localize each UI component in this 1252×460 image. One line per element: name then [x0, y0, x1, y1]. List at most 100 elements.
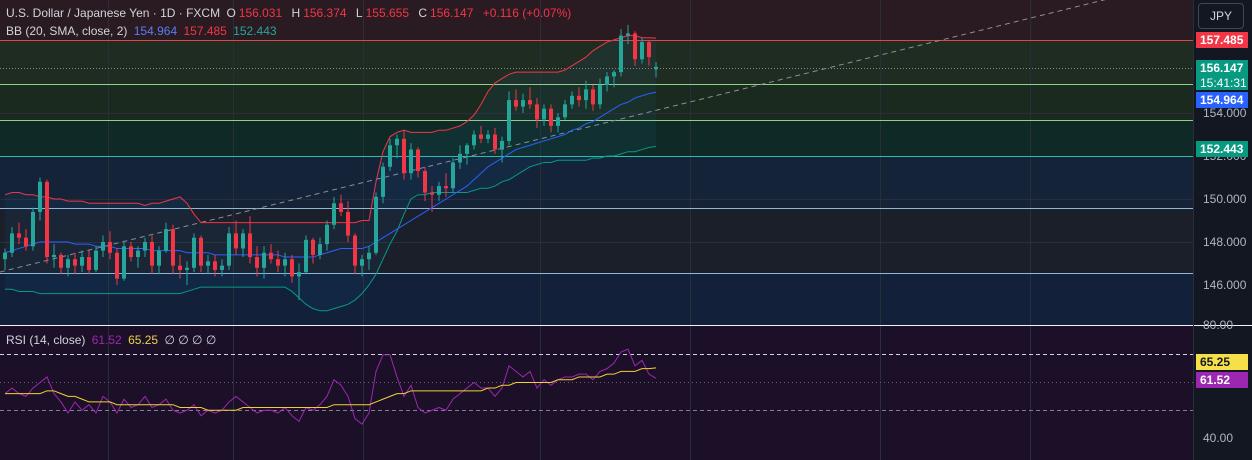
- chart-canvas[interactable]: [0, 0, 1252, 460]
- candle-body: [136, 250, 140, 258]
- candle-body: [150, 242, 154, 266]
- candle-body: [409, 149, 413, 174]
- rsi-legend[interactable]: RSI (14, close) 61.52 65.25 ∅ ∅ ∅ ∅: [6, 333, 219, 347]
- candle-body: [87, 257, 91, 270]
- candle-body: [17, 233, 21, 238]
- candle-body: [80, 257, 84, 266]
- candle-body: [227, 233, 231, 266]
- candle-body: [514, 100, 518, 107]
- candle-body: [577, 95, 581, 101]
- candle-body: [402, 138, 406, 174]
- low-label: L: [355, 6, 363, 20]
- candle-body: [521, 100, 525, 107]
- candle: [374, 192, 378, 255]
- candle-body: [381, 166, 385, 197]
- candle-body: [241, 233, 245, 249]
- low-value: 155.655: [365, 6, 409, 20]
- candle-body: [437, 186, 441, 195]
- candle-body: [171, 229, 175, 266]
- candle: [451, 158, 455, 193]
- candle-body: [486, 134, 490, 139]
- candle-body: [38, 181, 42, 212]
- candle-body: [3, 252, 7, 260]
- candle-body: [528, 100, 532, 105]
- candle-body: [507, 100, 511, 141]
- candle-body: [339, 203, 343, 212]
- rsi-ma-value: 65.25: [128, 333, 159, 347]
- candle-body: [10, 233, 14, 253]
- candle-body: [297, 272, 301, 277]
- candle: [619, 29, 623, 77]
- bb-lower-value: 152.443: [233, 24, 277, 38]
- candle-body: [24, 237, 28, 247]
- candle-body: [640, 42, 644, 60]
- candle-body: [563, 104, 567, 118]
- candle-body: [654, 66, 658, 70]
- rsi-empty-values: ∅ ∅ ∅ ∅: [164, 333, 217, 347]
- close-label: C: [418, 6, 428, 20]
- candle-body: [213, 261, 217, 270]
- rsi-tick-40: 40.00: [1203, 431, 1234, 445]
- candle-body: [248, 233, 252, 258]
- candle-body: [612, 72, 616, 77]
- candle-body: [192, 237, 196, 268]
- candle-body: [108, 242, 112, 253]
- candle-body: [472, 134, 476, 146]
- candle-body: [458, 153, 462, 163]
- candle-body: [367, 252, 371, 260]
- close-value: 156.147: [430, 6, 474, 20]
- last-price-tag: 156.147 15:41:31: [1196, 60, 1248, 90]
- open-label: O: [226, 6, 236, 20]
- candle-body: [598, 85, 602, 105]
- candle-body: [388, 145, 392, 167]
- candle-body: [101, 242, 105, 251]
- candle-body: [178, 265, 182, 270]
- bb-upper-price-tag: 157.485: [1196, 32, 1248, 48]
- candle-body: [570, 95, 574, 105]
- candle-body: [255, 257, 259, 268]
- candle-body: [66, 259, 70, 268]
- high-label: H: [291, 6, 301, 20]
- bb-legend[interactable]: BB (20, SMA, close, 2) 154.964 157.485 1…: [6, 24, 280, 38]
- candle-body: [164, 229, 168, 251]
- candle-body: [73, 259, 77, 266]
- candle-body: [283, 259, 287, 266]
- candle-body: [52, 254, 56, 258]
- currency-button[interactable]: JPY: [1198, 3, 1244, 29]
- candle-body: [304, 239, 308, 273]
- open-value: 156.031: [238, 6, 283, 20]
- rsi-tick-80: 80.00: [1203, 318, 1234, 332]
- bar-countdown: 15:41:31: [1200, 76, 1247, 90]
- bb-title: BB (20, SMA, close, 2): [6, 24, 128, 38]
- candle-body: [157, 250, 161, 266]
- candle-body: [234, 233, 238, 249]
- candle-body: [31, 211, 35, 247]
- candle-body: [549, 108, 553, 126]
- candle-body: [479, 134, 483, 139]
- candle-body: [395, 138, 399, 146]
- rsi-title: RSI (14, close): [6, 333, 86, 347]
- bb-basis-value: 154.964: [133, 24, 178, 38]
- candle-body: [45, 181, 49, 258]
- candle-body: [59, 254, 63, 268]
- candle: [304, 235, 308, 275]
- candle-body: [500, 140, 504, 150]
- candle-body: [262, 252, 266, 268]
- candle: [31, 207, 35, 251]
- y-tick-148: 148.000: [1203, 235, 1247, 249]
- bb-lower-price-tag: 152.443: [1196, 141, 1248, 157]
- candle-body: [605, 76, 609, 86]
- candle-body: [276, 259, 280, 266]
- candle-body: [444, 186, 448, 189]
- candle-body: [311, 239, 315, 255]
- candle: [45, 179, 49, 264]
- y-tick-150: 150.000: [1203, 192, 1247, 206]
- candle-body: [647, 42, 651, 58]
- y-tick-146: 146.000: [1203, 278, 1247, 292]
- change-value: +0.116 (+0.07%): [482, 6, 572, 20]
- candle-body: [346, 211, 350, 236]
- candle-body: [423, 171, 427, 193]
- candle-body: [360, 259, 364, 266]
- high-value: 156.374: [303, 6, 347, 20]
- candle-body: [143, 242, 147, 251]
